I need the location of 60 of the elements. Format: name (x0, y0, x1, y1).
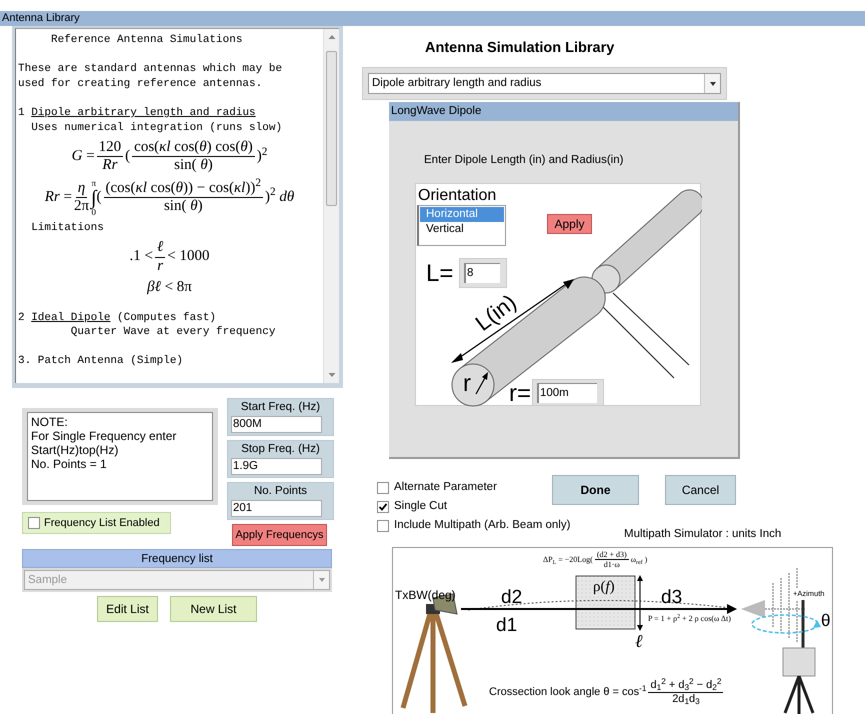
text-line: Limitations (30, 220, 105, 236)
diagram-title: Multipath Simulator : units Inch (624, 527, 782, 542)
height-arrow (637, 575, 643, 632)
angle-label: θ (821, 612, 830, 630)
checkbox[interactable] (377, 520, 389, 532)
list-item[interactable]: Vertical (420, 222, 504, 238)
input-field[interactable]: 100m (532, 379, 604, 406)
input-field[interactable]: 201 (231, 500, 322, 517)
cancel-button[interactable]: Cancel (665, 475, 736, 505)
distance-label: d2 (501, 588, 522, 608)
window-title: Antenna Library (0, 11, 865, 26)
link[interactable]: Ideal Dipole (31, 310, 110, 326)
text-line: 3. Patch Antenna (Simple) (18, 354, 184, 369)
text-line: Quarter Wave at every frequency (70, 325, 276, 340)
transmitter-label: TxBW(deg) (395, 587, 456, 604)
list-header: Frequency list (22, 549, 332, 568)
checkbox[interactable] (377, 482, 389, 494)
equation: βℓ < 8π (146, 278, 193, 296)
radius-label: r (463, 372, 471, 396)
text-line: These are standard antennas which may be used for creating reference antennas. (18, 62, 284, 92)
radius-arrow (475, 372, 488, 395)
link[interactable]: Dipole arbitrary length and radius (31, 106, 256, 121)
checkbox-label: Frequency List Enabled (44, 516, 160, 531)
field-label: No. Points (252, 484, 308, 499)
item-number: 2 (18, 310, 25, 326)
checkbox-label: Include Multipath (Arb. Beam only) (394, 518, 570, 533)
distance-label: d3 (661, 588, 682, 608)
instruction-text: Enter Dipole Length (in) and Radius(in) (424, 153, 624, 168)
list-button[interactable]: New List (170, 596, 257, 622)
list-button[interactable]: Edit List (97, 596, 158, 622)
field-label: Stop Freq. (Hz) (240, 442, 321, 457)
distance-label: d1 (496, 616, 518, 636)
checkbox[interactable] (28, 517, 40, 529)
input-field[interactable]: 1.9G (231, 458, 322, 475)
scrollbar-thumb[interactable] (326, 51, 337, 206)
apply-button[interactable]: Apply Frequencys (232, 524, 327, 546)
field-label: Start Freq. (Hz) (240, 400, 322, 415)
item-number: 1 (18, 106, 25, 121)
checkbox-label: Single Cut (394, 498, 448, 514)
checkbox[interactable] (377, 500, 389, 512)
apply-button[interactable]: Apply (547, 214, 592, 234)
dimension-label: L(in) (472, 291, 520, 336)
text-line: Reference Antenna Simulations (50, 33, 244, 48)
height-label: ℓ (635, 632, 642, 650)
checkbox-label: Alternate Parameter (394, 480, 497, 495)
field-label: L= (426, 262, 454, 286)
reflection-label: ρ(f) (593, 580, 615, 596)
group-label: Orientation (418, 186, 496, 206)
scatterer-box (576, 576, 636, 630)
note-text: NOTE: For Single Frequency enter Start(Hz)top(Hz) No. Points = 1 (27, 412, 213, 501)
field-label: r= (509, 382, 532, 406)
page-heading: Antenna Simulation Library (425, 39, 616, 58)
text-line: (Computes fast) (117, 310, 216, 326)
text-line: Uses numerical integration (runs slow) (30, 120, 284, 136)
input-field[interactable]: 800M (231, 416, 322, 433)
done-button[interactable]: Done (552, 475, 639, 505)
input-field[interactable]: 8 (459, 258, 507, 288)
antenna-select[interactable]: Dipole arbitrary length and radius (368, 73, 721, 94)
power-formula: P = 1 + ρ$^{2}$ + 2 ρ cos(ω Δt) (648, 614, 731, 624)
dialog-title: LongWave Dipole (389, 102, 738, 121)
